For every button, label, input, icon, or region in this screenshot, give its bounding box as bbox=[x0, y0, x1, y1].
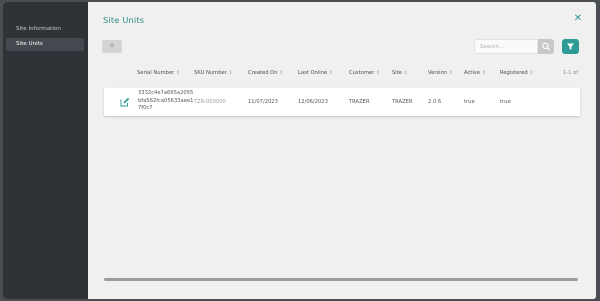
column-label: Registered bbox=[500, 70, 528, 76]
column-header-sku-number[interactable]: SKU Number ⇕ bbox=[194, 69, 233, 77]
column-header-serial-number[interactable]: Serial Number ⇕ bbox=[137, 69, 180, 77]
column-header-version[interactable]: Version ⇕ bbox=[428, 69, 453, 77]
plus-icon: + bbox=[108, 41, 116, 51]
cell-created-on: 11/07/2023 bbox=[248, 99, 278, 105]
cell-site: TRAZER bbox=[392, 99, 413, 105]
sort-icon[interactable]: ⇕ bbox=[449, 70, 453, 76]
column-label: Version bbox=[428, 70, 448, 76]
cell-registered: true bbox=[500, 99, 511, 105]
table-row[interactable]: 3332c4e7a665a2055bfa562fca05633aee17f0c7… bbox=[104, 88, 580, 116]
sort-icon[interactable]: ⇕ bbox=[404, 70, 408, 76]
pagination-count: 1-1 of bbox=[563, 70, 579, 76]
column-header-active[interactable]: Active ⇕ bbox=[464, 69, 486, 77]
cell-customer: TRAZER bbox=[349, 99, 370, 105]
filter-icon bbox=[567, 43, 574, 50]
page-title: Site Units bbox=[103, 15, 145, 25]
cell-sku-number: TZR-000000 bbox=[194, 99, 226, 105]
search-button[interactable] bbox=[538, 39, 554, 54]
column-label: Created On bbox=[248, 70, 278, 76]
sidebar-item-site-information[interactable]: Site Information bbox=[6, 23, 84, 36]
column-header-site[interactable]: Site ⇕ bbox=[392, 69, 408, 77]
column-label: Serial Number bbox=[137, 70, 175, 76]
sort-icon[interactable]: ⇕ bbox=[482, 70, 486, 76]
column-label: SKU Number bbox=[194, 70, 227, 76]
close-icon[interactable]: ✕ bbox=[573, 14, 583, 24]
app-window: Site Information Site Units Site Units ✕… bbox=[3, 2, 596, 299]
horizontal-scrollbar[interactable] bbox=[104, 278, 578, 281]
cell-serial-number: 3332c4e7a665a2055bfa562fca05633aee17f0c7 bbox=[138, 90, 194, 111]
add-button[interactable]: + bbox=[102, 40, 122, 53]
sidebar-item-site-units[interactable]: Site Units bbox=[6, 38, 84, 51]
cell-last-online: 12/06/2023 bbox=[298, 99, 328, 105]
column-label: Site bbox=[392, 70, 402, 76]
sort-icon[interactable]: ⇕ bbox=[229, 70, 233, 76]
sort-icon[interactable]: ⇕ bbox=[176, 70, 180, 76]
cell-active: true bbox=[464, 99, 475, 105]
sort-icon[interactable]: ⇕ bbox=[329, 70, 333, 76]
column-header-created-on[interactable]: Created On ⇕ bbox=[248, 69, 283, 77]
column-header-customer[interactable]: Customer ⇕ bbox=[349, 69, 380, 77]
edit-icon[interactable] bbox=[120, 97, 130, 107]
column-header-last-online[interactable]: Last Online ⇕ bbox=[298, 69, 333, 77]
sort-icon[interactable]: ⇕ bbox=[529, 70, 533, 76]
sort-icon[interactable]: ⇕ bbox=[376, 70, 380, 76]
search-input[interactable] bbox=[474, 39, 538, 54]
sort-icon[interactable]: ⇕ bbox=[279, 70, 283, 76]
column-header-registered[interactable]: Registered ⇕ bbox=[500, 69, 534, 77]
column-label: Active bbox=[464, 70, 481, 76]
column-label: Customer bbox=[349, 70, 375, 76]
main-panel: Site Units ✕ + Serial Number ⇕ SKU Numbe… bbox=[88, 2, 596, 299]
column-label: Last Online bbox=[298, 70, 328, 76]
search-icon bbox=[542, 42, 550, 51]
sidebar: Site Information Site Units bbox=[3, 2, 88, 299]
filter-button[interactable] bbox=[562, 39, 579, 54]
cell-version: 2.0.6 bbox=[428, 99, 442, 105]
